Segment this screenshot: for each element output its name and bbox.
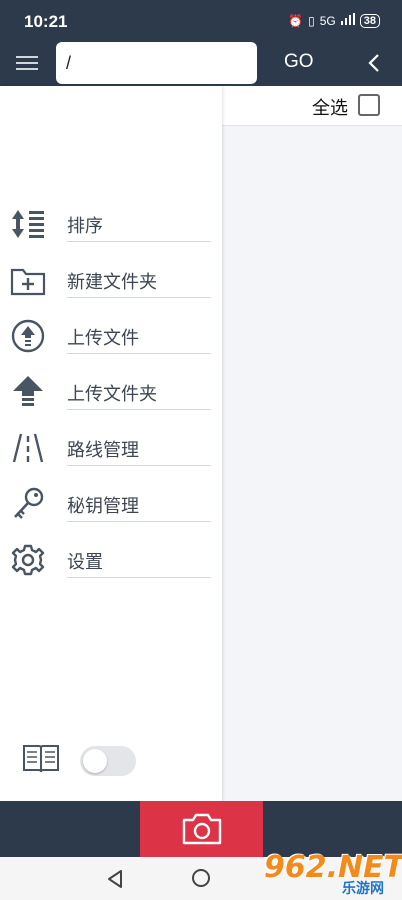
watermark-logo: 962.NET 乐游网 <box>264 850 402 900</box>
hamburger-menu-icon[interactable] <box>14 53 42 73</box>
status-time: 10:21 <box>24 12 68 31</box>
bottom-bar <box>0 801 402 857</box>
camera-button[interactable] <box>140 801 263 857</box>
upload-file-icon <box>10 318 46 354</box>
route-icon <box>10 430 46 466</box>
book-icon[interactable] <box>22 742 60 776</box>
new-folder-icon <box>10 262 46 298</box>
battery-indicator: 38 <box>359 13 380 28</box>
drawer-item-new-folder[interactable]: 新建文件夹 <box>0 254 222 310</box>
network-label: 5G <box>319 13 336 28</box>
chevron-left-icon[interactable] <box>364 52 384 74</box>
drawer-item-label: 排序 <box>67 212 211 242</box>
drawer-item-label: 上传文件 <box>67 324 211 354</box>
drawer-item-key-management[interactable]: 秘钥管理 <box>0 478 222 534</box>
upload-folder-icon <box>10 374 46 410</box>
alarm-icon: ⏰ <box>288 13 304 28</box>
key-icon <box>10 486 46 522</box>
path-input[interactable] <box>56 42 257 84</box>
drawer-item-label: 新建文件夹 <box>67 268 211 298</box>
nav-back-icon[interactable] <box>106 869 124 893</box>
watermark-sub: 乐游网 <box>342 881 384 897</box>
select-all-checkbox[interactable] <box>358 94 380 116</box>
toggle-switch[interactable] <box>80 746 136 776</box>
drawer-item-label: 上传文件夹 <box>67 380 211 410</box>
drawer-item-upload-folder[interactable]: 上传文件夹 <box>0 366 222 422</box>
toolbar: GO <box>0 40 402 86</box>
status-bar: 10:21 ⏰ ▯ 5G 38 <box>0 0 402 40</box>
vibrate-icon: ▯ <box>308 13 315 28</box>
camera-icon <box>182 813 222 845</box>
nav-home-icon[interactable] <box>192 869 210 887</box>
status-icons: ⏰ ▯ 5G 38 <box>288 13 380 28</box>
drawer-item-sort[interactable]: 排序 <box>0 198 222 254</box>
sort-icon <box>10 206 46 242</box>
side-drawer: 排序 新建文件夹 上传文件 上传文件夹 路线管理 秘钥管理 设置 <box>0 86 222 801</box>
gear-icon <box>10 542 46 578</box>
drawer-item-label: 设置 <box>67 548 211 578</box>
drawer-item-label: 秘钥管理 <box>67 492 211 522</box>
signal-icon <box>340 13 355 28</box>
drawer-item-route-management[interactable]: 路线管理 <box>0 422 222 478</box>
select-all-label: 全选 <box>312 98 348 119</box>
toggle-knob <box>83 749 107 773</box>
go-button[interactable]: GO <box>284 51 314 73</box>
drawer-item-upload-file[interactable]: 上传文件 <box>0 310 222 366</box>
drawer-item-label: 路线管理 <box>67 436 211 466</box>
select-all-row: 全选 <box>222 86 402 126</box>
drawer-item-settings[interactable]: 设置 <box>0 534 222 590</box>
